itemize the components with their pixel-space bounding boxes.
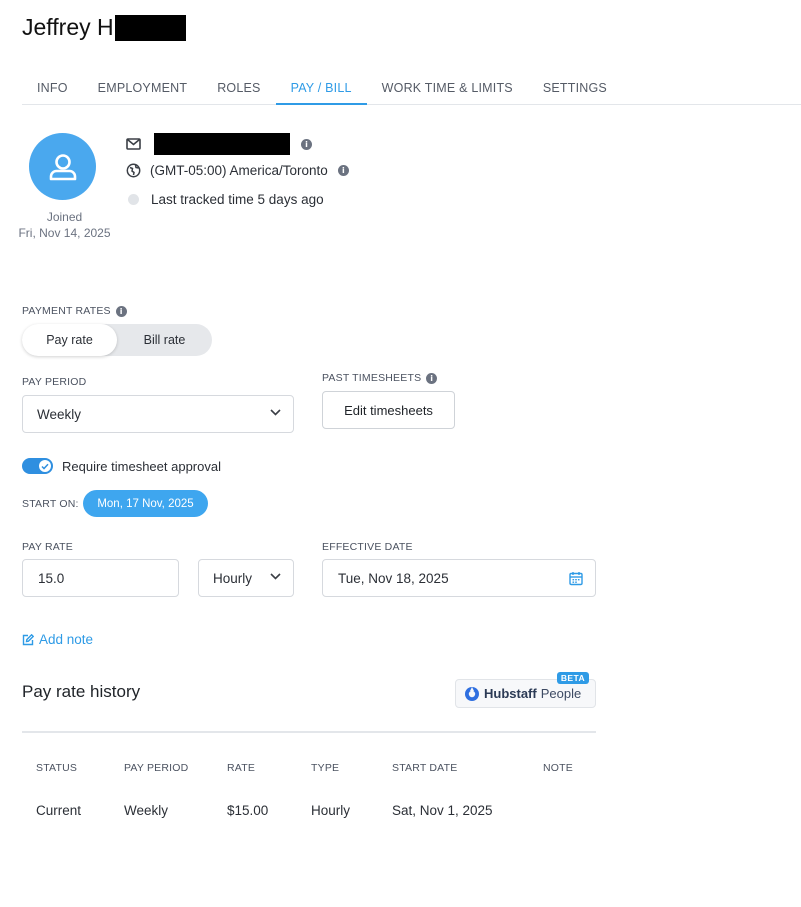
pay-period-label: PAY PERIOD (22, 376, 87, 388)
redacted-name (114, 14, 186, 41)
joined-label: Joined (46, 210, 83, 224)
cell-start-date: Sat, Nov 1, 2025 (392, 803, 493, 818)
col-status: STATUS (36, 762, 78, 774)
timezone-row: (GMT-05:00) America/Toronto i (126, 163, 349, 178)
user-icon (49, 153, 76, 180)
add-note-label: Add note (39, 632, 94, 647)
tab-roles[interactable]: ROLES (202, 73, 275, 104)
calendar-icon (569, 572, 583, 586)
tab-work-time-limits[interactable]: WORK TIME & LIMITS (367, 73, 528, 104)
joined-date: Fri, Nov 14, 2025 (18, 226, 111, 240)
pay-rate-value: 15.0 (38, 570, 65, 586)
pay-period-select[interactable]: Weekly (22, 395, 294, 433)
past-timesheets-label: PAST TIMESHEETS i (322, 372, 438, 384)
last-tracked-row: Last tracked time 5 days ago (126, 192, 324, 207)
brand-name: Hubstaff (484, 686, 537, 701)
tab-settings[interactable]: SETTINGS (528, 73, 622, 104)
cell-pay-period: Weekly (124, 803, 169, 818)
edit-note-icon (22, 633, 34, 645)
col-note: NOTE (543, 762, 573, 774)
col-type: TYPE (311, 762, 340, 774)
brand-product: People (540, 686, 582, 701)
rate-type-select[interactable]: Hourly (198, 559, 294, 597)
tab-bar: INFO EMPLOYMENT ROLES PAY / BILL WORK TI… (22, 73, 801, 105)
start-on-label: START ON: (22, 498, 79, 510)
tab-pay-bill[interactable]: PAY / BILL (275, 73, 367, 105)
payment-rates-toggle: Pay rate Bill rate (22, 324, 212, 356)
cell-rate: $15.00 (227, 803, 269, 818)
email-info-icon[interactable]: i (301, 138, 312, 150)
history-divider (22, 731, 596, 733)
toggle-knob (39, 460, 51, 472)
pay-period-value: Weekly (37, 406, 82, 422)
hubstaff-logo-icon (465, 686, 479, 701)
email-row: i (126, 133, 312, 155)
timesheet-approval-label: Require timesheet approval (62, 459, 221, 474)
start-on-date-pill[interactable]: Mon, 17 Nov, 2025 (83, 490, 208, 517)
beta-badge: BETA (556, 672, 589, 684)
pay-rate-history-title: Pay rate history (22, 682, 141, 701)
add-note-link[interactable]: Add note (22, 632, 93, 647)
member-name: Jeffrey H (22, 14, 114, 40)
chevron-down-icon (270, 409, 281, 416)
mail-icon (126, 137, 141, 152)
tab-info[interactable]: INFO (22, 73, 83, 104)
payment-rates-label-text: PAYMENT RATES (22, 305, 111, 317)
edit-timesheets-button[interactable]: Edit timesheets (322, 391, 455, 429)
col-pay-period: PAY PERIOD (124, 762, 189, 774)
pay-rate-input[interactable]: 15.0 (22, 559, 179, 597)
col-start-date: START DATE (392, 762, 458, 774)
past-timesheets-label-text: PAST TIMESHEETS (322, 372, 422, 384)
timesheet-approval-toggle[interactable] (22, 458, 53, 474)
pay-rate-label: PAY RATE (22, 541, 74, 553)
timezone-info-icon[interactable]: i (337, 165, 349, 176)
chevron-down-icon (270, 573, 281, 580)
cell-status: Current (36, 803, 82, 818)
status-dot (128, 194, 139, 205)
globe-icon (126, 163, 141, 178)
last-tracked-text: Last tracked time 5 days ago (151, 192, 324, 207)
rate-type-value: Hourly (213, 570, 253, 586)
effective-date-input[interactable]: Tue, Nov 18, 2025 (322, 559, 596, 597)
bill-rate-option[interactable]: Bill rate (117, 324, 212, 356)
payment-rates-label: PAYMENT RATES i (22, 305, 127, 317)
past-timesheets-info-icon[interactable]: i (426, 372, 438, 384)
cell-type: Hourly (311, 803, 351, 818)
timezone-text: (GMT-05:00) America/Toronto (150, 163, 328, 178)
effective-date-label: EFFECTIVE DATE (322, 541, 413, 553)
avatar (29, 133, 96, 200)
page-title: Jeffrey H (22, 14, 186, 41)
pay-rate-option[interactable]: Pay rate (22, 324, 117, 356)
tab-employment[interactable]: EMPLOYMENT (83, 73, 203, 104)
check-icon (41, 463, 49, 470)
redacted-email (154, 133, 290, 155)
payment-rates-info-icon[interactable]: i (115, 305, 127, 317)
col-rate: RATE (227, 762, 256, 774)
hubstaff-people-badge[interactable]: Hubstaff People BETA (455, 672, 596, 708)
effective-date-value: Tue, Nov 18, 2025 (338, 570, 449, 586)
